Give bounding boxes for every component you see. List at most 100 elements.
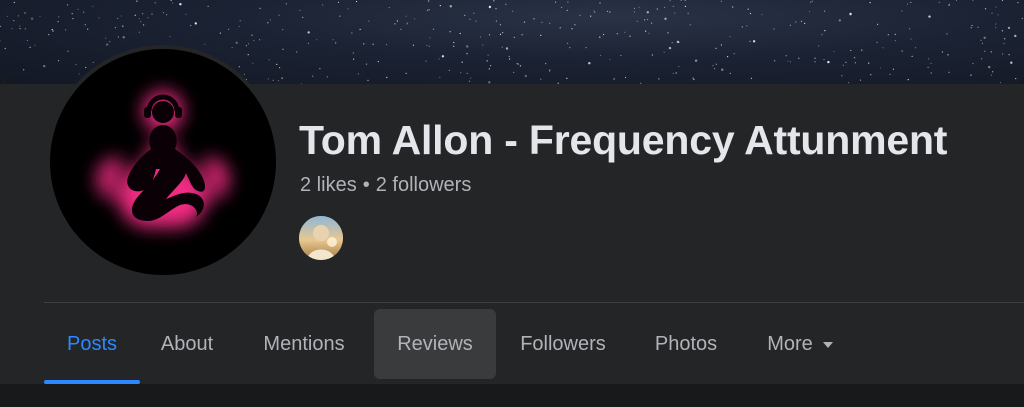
star (372, 43, 374, 45)
star (594, 11, 596, 13)
star (787, 60, 789, 62)
star (352, 52, 354, 54)
page-background (0, 384, 1024, 407)
star (970, 27, 972, 29)
star (51, 29, 53, 31)
star (915, 47, 917, 49)
star (357, 73, 359, 75)
star (487, 54, 489, 56)
star (579, 14, 581, 16)
star (48, 34, 50, 36)
star (574, 24, 576, 26)
star (151, 13, 153, 15)
star (901, 50, 903, 52)
star (620, 54, 622, 57)
star (267, 22, 269, 24)
follower-avatar[interactable] (299, 216, 343, 260)
star (114, 27, 116, 29)
star (991, 12, 993, 14)
tab-mentions[interactable]: Mentions (234, 309, 374, 379)
star (674, 12, 676, 14)
star (629, 35, 631, 37)
star (11, 28, 13, 30)
star (513, 71, 515, 73)
star (57, 21, 59, 23)
star (486, 60, 488, 62)
star (428, 9, 430, 11)
tab-posts[interactable]: Posts (44, 309, 140, 384)
star (235, 41, 238, 44)
star (259, 39, 261, 41)
tab-reviews[interactable]: Reviews (374, 309, 496, 379)
star (651, 54, 653, 56)
tab-photos[interactable]: Photos (630, 309, 742, 379)
star (906, 3, 909, 5)
star (747, 8, 749, 10)
star (938, 1, 940, 3)
star (850, 49, 852, 52)
star (170, 0, 172, 1)
star (179, 2, 182, 6)
likes-count-link[interactable]: 2 likes (300, 174, 357, 196)
star (499, 24, 501, 26)
star (988, 65, 991, 69)
star (405, 72, 407, 74)
star (980, 39, 982, 41)
star (428, 0, 430, 2)
star (569, 47, 571, 49)
star (990, 74, 993, 76)
tab-about[interactable]: About (140, 309, 234, 379)
star (505, 3, 507, 5)
star (624, 31, 626, 33)
meditation-headphones-icon (97, 91, 229, 228)
star (17, 15, 19, 17)
star (24, 28, 26, 30)
star (555, 1, 557, 3)
star (194, 22, 197, 25)
star (460, 72, 462, 74)
star (83, 11, 85, 13)
star (502, 31, 504, 34)
tab-label: Posts (66, 332, 118, 355)
star (92, 5, 94, 7)
star (359, 28, 361, 30)
star (684, 5, 687, 7)
star (603, 33, 605, 36)
star (928, 58, 930, 60)
star (4, 47, 6, 50)
star (231, 46, 233, 49)
star (335, 42, 337, 44)
star (644, 19, 646, 21)
star (239, 20, 241, 22)
tab-label: Photos (654, 332, 718, 355)
star (749, 12, 752, 15)
star (429, 37, 431, 39)
star (459, 32, 461, 35)
star (154, 2, 156, 4)
star (488, 34, 491, 36)
star (842, 64, 845, 66)
star (997, 14, 999, 16)
star (1008, 54, 1010, 56)
star (689, 24, 691, 26)
star (927, 66, 929, 68)
star (588, 62, 591, 65)
tab-more[interactable]: More (742, 309, 858, 379)
star (599, 54, 602, 57)
star (166, 14, 168, 16)
star (1007, 26, 1011, 30)
star (439, 76, 441, 78)
star (282, 29, 284, 31)
star (810, 1, 812, 3)
stats-separator: • (362, 174, 370, 196)
star (1015, 78, 1017, 80)
star (859, 79, 862, 81)
followers-count-link[interactable]: 2 followers (376, 174, 472, 196)
star (377, 61, 379, 63)
star (948, 4, 950, 6)
tab-followers[interactable]: Followers (496, 309, 630, 379)
profile-picture[interactable] (50, 49, 276, 275)
star (469, 18, 471, 20)
star (561, 6, 563, 9)
star (741, 26, 743, 28)
